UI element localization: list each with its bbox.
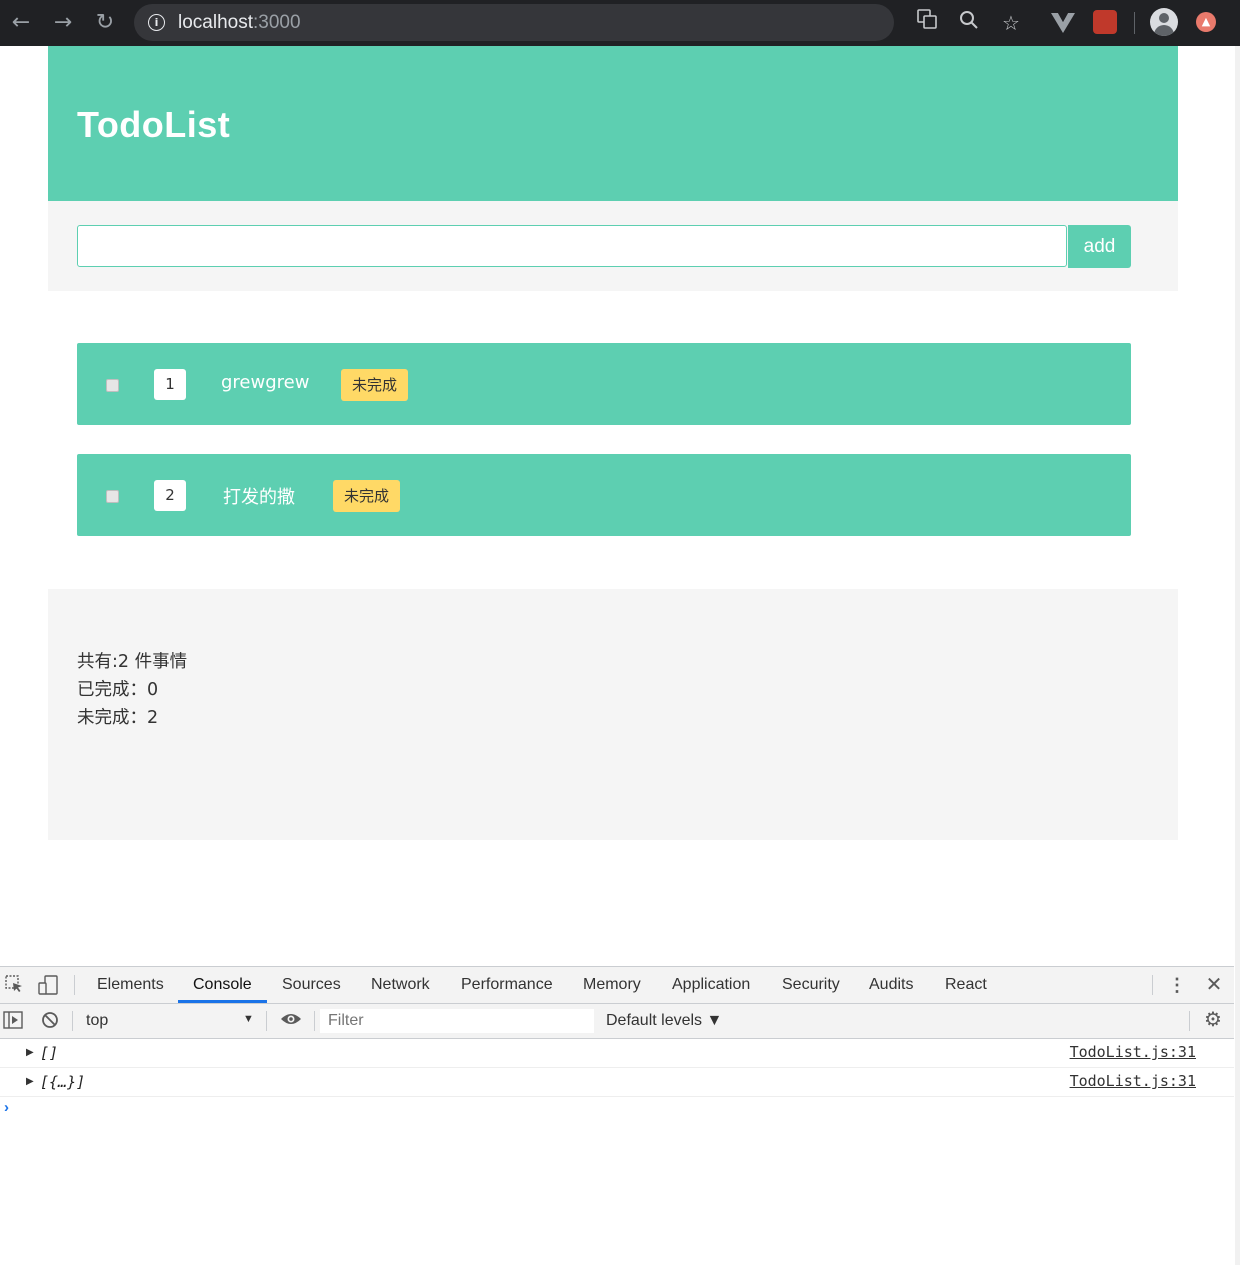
url-host: localhost [178,12,253,33]
back-arrow-icon[interactable]: ← [7,9,35,37]
tab-application[interactable]: Application [672,967,750,1003]
stat-done: 已完成：0 [77,680,159,700]
more-options-icon[interactable]: ⋮ [1167,975,1187,995]
todo-checkbox[interactable] [106,490,119,503]
tab-network[interactable]: Network [371,967,430,1003]
site-info-icon[interactable]: i [148,14,165,31]
active-tab-indicator [178,1000,267,1003]
address-bar[interactable]: i localhost:3000 [134,4,894,41]
console-log-row[interactable]: ▶ [] TodoList.js:31 [0,1039,1234,1068]
devtools-panel: Elements Console Sources Network Perform… [0,966,1234,1266]
browser-toolbar: ← → ↻ i localhost:3000 ☆ ▲ [0,0,1240,46]
toolbar-separator [72,1011,73,1031]
vue-devtools-extension-icon[interactable] [1049,8,1077,38]
toolbar-separator [266,1011,267,1031]
stats-panel: 共有:2 件事情 已完成：0 未完成：2 [48,589,1178,840]
context-selector[interactable]: top [86,1012,108,1030]
expand-triangle-icon[interactable]: ▶ [26,1076,34,1087]
input-panel: add [48,201,1178,291]
todo-item: 1 grewgrew 未完成 [77,343,1131,425]
context-dropdown-arrow-icon[interactable]: ▼ [243,1013,254,1025]
console-filter-input[interactable] [320,1009,594,1033]
log-message: [] [40,1044,59,1062]
app-title: TodoList [77,104,231,145]
url-text: localhost:3000 [178,12,301,34]
profile-avatar[interactable] [1150,8,1178,36]
log-message: [{…}] [40,1073,86,1091]
gear-icon[interactable]: ⚙ [1202,1010,1224,1030]
tab-performance[interactable]: Performance [461,967,553,1003]
close-icon[interactable]: ✕ [1203,975,1225,995]
tab-elements[interactable]: Elements [97,967,164,1003]
clear-console-icon[interactable] [40,1011,60,1033]
stat-undone: 未完成：2 [77,708,159,728]
toolbar-separator [314,1011,315,1031]
todo-index: 1 [154,369,186,400]
log-source-link[interactable]: TodoList.js:31 [1070,1072,1196,1090]
avatar-head [1159,13,1169,23]
translate-icon[interactable] [912,8,942,38]
tab-separator [1152,975,1153,995]
todo-item: 2 打发的撒 未完成 [77,454,1131,536]
zoom-icon[interactable] [954,8,984,38]
toolbar-separator [1189,1011,1190,1031]
stat-total: 共有:2 件事情 [77,652,188,672]
tab-audits[interactable]: Audits [869,967,913,1003]
tab-security[interactable]: Security [782,967,840,1003]
expand-triangle-icon[interactable]: ▶ [26,1047,34,1058]
console-prompt[interactable]: › [4,1099,9,1116]
todo-index: 2 [154,480,186,511]
add-button[interactable]: add [1068,225,1131,268]
console-log-row[interactable]: ▶ [{…}] TodoList.js:31 [0,1068,1234,1097]
page-scrollbar[interactable] [1235,46,1240,1265]
update-icon[interactable]: ▲ [1196,12,1216,32]
bookmark-star-icon[interactable]: ☆ [996,8,1026,38]
todo-status-badge[interactable]: 未完成 [341,369,409,401]
forward-arrow-icon[interactable]: → [49,9,77,37]
inspect-element-icon[interactable] [4,975,24,997]
reload-icon[interactable]: ↻ [91,9,119,37]
todo-text: 打发的撒 [223,487,295,508]
console-toolbar: top ▼ Default levels ▼ ⚙ [0,1004,1234,1039]
tab-memory[interactable]: Memory [583,967,641,1003]
sidebar-toggle-icon[interactable] [2,1011,24,1033]
tab-react[interactable]: React [945,967,987,1003]
tab-console[interactable]: Console [193,967,252,1003]
todo-input[interactable] [77,225,1067,267]
toolbar-separator [1134,12,1135,34]
device-toolbar-icon[interactable] [37,975,59,999]
log-source-link[interactable]: TodoList.js:31 [1070,1043,1196,1061]
tab-sources[interactable]: Sources [282,967,341,1003]
log-levels-dropdown[interactable]: Default levels ▼ [606,1012,722,1030]
eye-icon[interactable] [279,1011,303,1031]
extension-icon[interactable] [1093,10,1117,34]
url-port: :3000 [253,12,301,33]
avatar-body [1154,25,1174,36]
devtools-tab-bar: Elements Console Sources Network Perform… [0,967,1234,1004]
todo-checkbox[interactable] [106,379,119,392]
todo-text: grewgrew [221,372,310,393]
app-header: TodoList [48,46,1178,201]
todo-status-badge[interactable]: 未完成 [333,480,401,512]
tab-separator [74,975,75,995]
